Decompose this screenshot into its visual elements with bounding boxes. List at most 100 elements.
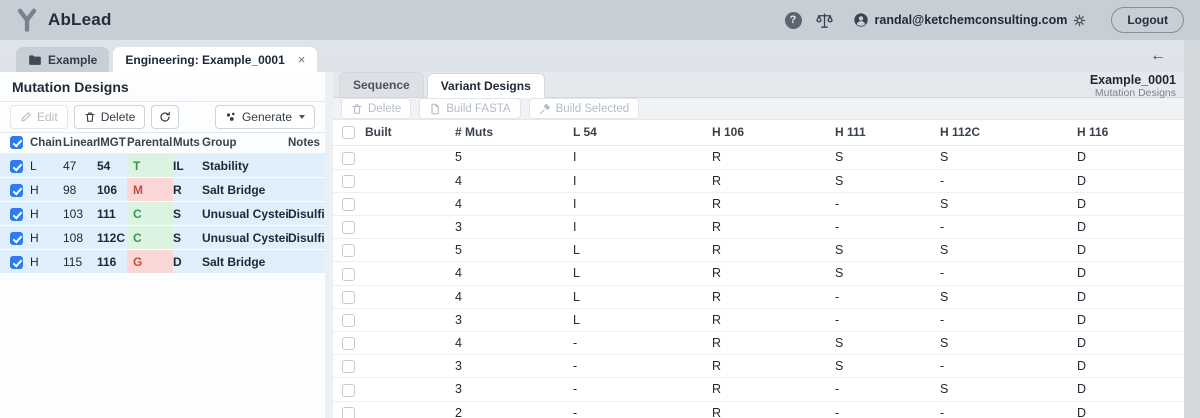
tab-sequence[interactable]: Sequence: [339, 72, 424, 97]
cell-num-muts: 5: [451, 239, 569, 262]
select-all-checkbox[interactable]: [10, 136, 23, 149]
file-icon: [429, 103, 441, 115]
cell-num-muts: 4: [451, 285, 569, 308]
cell-h-116: D: [1073, 169, 1184, 192]
variant-row[interactable]: 5IRSSD: [333, 146, 1184, 169]
row-checkbox[interactable]: [10, 160, 23, 173]
cell-h-111: -: [831, 192, 936, 215]
cell-notes: [288, 154, 325, 178]
logout-button[interactable]: Logout: [1111, 7, 1184, 33]
row-checkbox[interactable]: [342, 407, 355, 418]
row-checkbox[interactable]: [342, 360, 355, 373]
scale-icon[interactable]: [815, 11, 834, 30]
variant-row[interactable]: 3-RS-D: [333, 355, 1184, 378]
variant-delete-button[interactable]: Delete: [341, 98, 411, 119]
row-checkbox[interactable]: [342, 268, 355, 281]
cell-muts: R: [173, 178, 202, 202]
variant-row[interactable]: 2-R--D: [333, 401, 1184, 418]
refresh-button[interactable]: [151, 105, 179, 129]
row-checkbox[interactable]: [342, 221, 355, 234]
variant-row[interactable]: 4IR-SD: [333, 192, 1184, 215]
checkbox-cell[interactable]: [0, 202, 30, 226]
variant-row[interactable]: 4LR-SD: [333, 285, 1184, 308]
row-checkbox[interactable]: [342, 244, 355, 257]
delete-button[interactable]: Delete: [74, 105, 146, 129]
cell-built: [361, 308, 451, 331]
select-all-checkbox[interactable]: [342, 126, 355, 139]
mutation-row[interactable]: H103111CSUnusual CysteineDisulfide: [0, 202, 325, 226]
cell-h-112c: -: [936, 355, 1073, 378]
row-checkbox[interactable]: [342, 198, 355, 211]
cell-built: [361, 215, 451, 238]
checkbox-cell[interactable]: [333, 146, 361, 169]
variant-designs-body: Delete Build FASTA: [333, 98, 1184, 418]
cell-muts: IL: [173, 154, 202, 178]
build-fasta-button[interactable]: Build FASTA: [419, 98, 520, 119]
checkbox-cell[interactable]: [0, 250, 30, 274]
checkbox-cell[interactable]: [333, 285, 361, 308]
checkbox-cell[interactable]: [333, 355, 361, 378]
checkbox-cell[interactable]: [0, 178, 30, 202]
cell-built: [361, 262, 451, 285]
close-tab-icon[interactable]: ×: [298, 52, 306, 67]
checkbox-cell[interactable]: [333, 331, 361, 354]
variant-row[interactable]: 4IRS-D: [333, 169, 1184, 192]
refresh-icon: [159, 111, 171, 123]
checkbox-cell[interactable]: [333, 378, 361, 401]
edit-button[interactable]: Edit: [10, 105, 68, 129]
cell-linear: 115: [63, 250, 97, 274]
generate-button[interactable]: Generate: [215, 105, 315, 129]
variant-row[interactable]: 5LRSSD: [333, 239, 1184, 262]
antibody-logo-icon: [14, 7, 40, 33]
variant-row[interactable]: 4LRS-D: [333, 262, 1184, 285]
checkbox-cell[interactable]: [0, 226, 30, 250]
checkbox-cell[interactable]: [333, 169, 361, 192]
cell-h-106: R: [708, 331, 831, 354]
checkbox-cell[interactable]: [333, 239, 361, 262]
cell-h-116: D: [1073, 146, 1184, 169]
cell-parental: M: [127, 178, 173, 202]
mutation-row[interactable]: H115116GDSalt Bridge: [0, 250, 325, 274]
checkbox-cell[interactable]: [333, 401, 361, 418]
cell-linear: 47: [63, 154, 97, 178]
workspace-tab-engineering[interactable]: Engineering: Example_0001 ×: [113, 47, 317, 72]
checkbox-cell[interactable]: [333, 262, 361, 285]
variant-row[interactable]: 3LR--D: [333, 308, 1184, 331]
cell-l-54: I: [569, 192, 708, 215]
mutation-row[interactable]: L4754TILStability: [0, 154, 325, 178]
help-icon[interactable]: ?: [785, 12, 802, 29]
mutation-designs-panel: Mutation Designs Edit Delete: [0, 72, 325, 418]
workspace-tab-example[interactable]: Example: [16, 47, 109, 72]
variant-row[interactable]: 3-R-SD: [333, 378, 1184, 401]
row-checkbox[interactable]: [342, 152, 355, 165]
row-checkbox[interactable]: [10, 208, 23, 221]
column-header-group: Group: [202, 133, 288, 154]
row-checkbox[interactable]: [342, 314, 355, 327]
checkbox-cell[interactable]: [333, 308, 361, 331]
variant-row[interactable]: 4-RSSD: [333, 331, 1184, 354]
column-header-h-116: H 116: [1073, 120, 1184, 146]
row-checkbox[interactable]: [342, 337, 355, 350]
tab-variant-designs[interactable]: Variant Designs: [427, 73, 545, 98]
row-checkbox[interactable]: [10, 256, 23, 269]
cell-group: Stability: [202, 154, 288, 178]
checkbox-cell[interactable]: [333, 215, 361, 238]
row-checkbox[interactable]: [342, 384, 355, 397]
app-header: AbLead ? randal@ketchemconsulting.com: [0, 0, 1200, 40]
cell-l-54: L: [569, 308, 708, 331]
checkbox-cell[interactable]: [0, 154, 30, 178]
cell-h-116: D: [1073, 378, 1184, 401]
build-selected-button[interactable]: Build Selected: [529, 98, 640, 119]
variant-row[interactable]: 3IR--D: [333, 215, 1184, 238]
row-checkbox[interactable]: [10, 184, 23, 197]
parental-chip: G: [127, 250, 173, 273]
variant-table-body: 5IRSSD4IRS-D4IR-SD3IR--D5LRSSD4LRS-D4LR-…: [333, 146, 1184, 418]
back-arrow-icon[interactable]: ←: [1150, 48, 1166, 64]
mutation-row[interactable]: H108112CCSUnusual CysteineDisulfide: [0, 226, 325, 250]
row-checkbox[interactable]: [342, 175, 355, 188]
mutation-row[interactable]: H98106MRSalt Bridge: [0, 178, 325, 202]
checkbox-cell[interactable]: [333, 192, 361, 215]
row-checkbox[interactable]: [342, 291, 355, 304]
row-checkbox[interactable]: [10, 232, 23, 245]
settings-gear-icon[interactable]: [1073, 14, 1086, 27]
